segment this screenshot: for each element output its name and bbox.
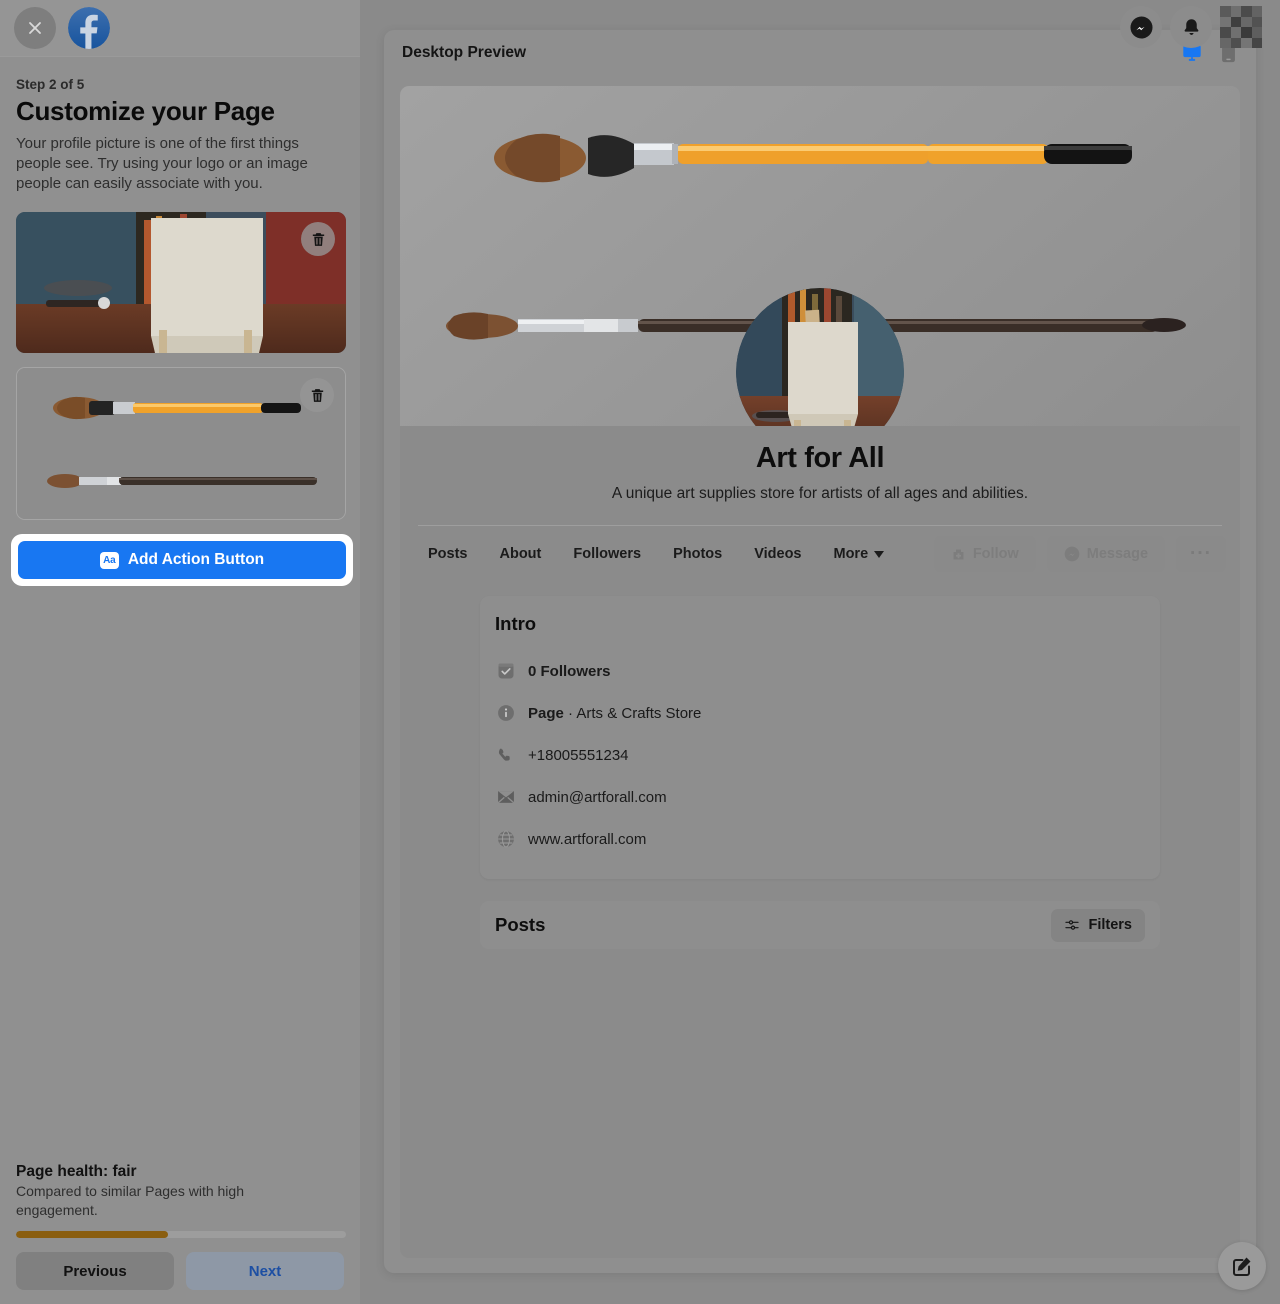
intro-followers-text: 0 Followers	[528, 663, 611, 680]
intro-row-phone: +18005551234	[495, 734, 1145, 776]
intro-row-email: admin@artforall.com	[495, 776, 1145, 818]
more-options-button[interactable]: ···	[1176, 536, 1226, 572]
preview-title: Desktop Preview	[402, 44, 526, 62]
page-name: Art for All	[400, 442, 1240, 475]
tab-label: Videos	[754, 546, 801, 562]
messenger-icon[interactable]	[1120, 6, 1162, 48]
followers-check-icon	[495, 661, 516, 682]
intro-card: Intro 0 Followers	[480, 596, 1160, 879]
previous-button[interactable]: Previous	[16, 1252, 174, 1290]
tab-videos[interactable]: Videos	[740, 537, 815, 571]
page-tagline: A unique art supplies store for artists …	[400, 485, 1240, 503]
tab-photos[interactable]: Photos	[659, 537, 736, 571]
aa-icon: Aa	[100, 552, 119, 569]
page-preview: Art for All A unique art supplies store …	[400, 86, 1240, 1258]
tab-posts[interactable]: Posts	[414, 537, 482, 571]
sidebar-content: Step 2 of 5 Customize your Page Your pro…	[0, 57, 360, 1149]
sidebar-topbar	[0, 0, 360, 57]
filters-button[interactable]: Filters	[1051, 909, 1145, 942]
desktop-preview-panel: Desktop Preview	[384, 30, 1256, 1273]
facebook-logo-icon[interactable]	[68, 7, 110, 49]
trash-icon[interactable]	[300, 378, 334, 412]
setup-sidebar: Step 2 of 5 Customize your Page Your pro…	[0, 0, 360, 1304]
posts-title: Posts	[495, 914, 545, 936]
topbar-icons	[1120, 6, 1262, 48]
intro-website-text[interactable]: www.artforall.com	[528, 831, 646, 848]
page-description: Your profile picture is one of the first…	[16, 134, 344, 194]
follow-button[interactable]: Follow	[934, 536, 1036, 572]
sliders-filter-icon	[1064, 917, 1080, 933]
posts-card: Posts Filters	[480, 901, 1160, 949]
globe-icon	[495, 829, 516, 850]
wizard-nav: Previous Next	[16, 1252, 344, 1290]
filters-label: Filters	[1088, 917, 1132, 933]
tab-more[interactable]: More	[819, 537, 898, 571]
intro-row-followers: 0 Followers	[495, 650, 1145, 692]
tab-about[interactable]: About	[486, 537, 556, 571]
messenger-icon	[1064, 546, 1080, 562]
info-circle-icon	[495, 703, 516, 724]
next-button[interactable]: Next	[186, 1252, 344, 1290]
cover-brush-top	[488, 124, 1188, 188]
intro-phone-text[interactable]: +18005551234	[528, 747, 629, 764]
intro-row-category: Page · Arts & Crafts Store	[495, 692, 1145, 734]
follow-plus-icon	[951, 547, 966, 562]
page-health-subtitle: Compared to similar Pages with high enga…	[16, 1182, 316, 1220]
bell-icon[interactable]	[1170, 6, 1212, 48]
add-action-button[interactable]: Aa Add Action Button	[18, 541, 346, 579]
intro-title: Intro	[495, 613, 1145, 635]
cover-photo[interactable]	[400, 86, 1240, 426]
cover-photo-thumbnail[interactable]	[16, 367, 346, 520]
phone-icon	[495, 745, 516, 766]
page-tabs: Posts About Followers Photos Videos More…	[400, 526, 1240, 582]
tab-label: Posts	[428, 546, 468, 562]
profile-picture-thumbnail[interactable]	[16, 212, 346, 353]
avatar[interactable]	[1220, 6, 1262, 48]
tab-label: Followers	[573, 546, 641, 562]
tab-followers[interactable]: Followers	[559, 537, 655, 571]
envelope-icon	[495, 787, 516, 808]
tab-label: More	[833, 546, 868, 562]
sidebar-footer: Page health: fair Compared to similar Pa…	[0, 1149, 360, 1304]
chevron-down-icon	[874, 551, 884, 558]
close-icon[interactable]	[14, 7, 56, 49]
page-body: Intro 0 Followers	[400, 582, 1240, 949]
intro-category-text: Page · Arts & Crafts Store	[528, 705, 701, 722]
edit-compose-icon[interactable]	[1218, 1242, 1266, 1290]
intro-email-text[interactable]: admin@artforall.com	[528, 789, 667, 806]
follow-label: Follow	[973, 546, 1019, 562]
page-health-title: Page health: fair	[16, 1163, 344, 1181]
step-indicator: Step 2 of 5	[16, 77, 344, 92]
add-action-button-highlight: Aa Add Action Button	[11, 534, 353, 586]
tab-label: Photos	[673, 546, 722, 562]
page-title: Customize your Page	[16, 96, 344, 127]
page-health-progress	[16, 1231, 346, 1238]
message-button[interactable]: Message	[1047, 536, 1165, 572]
message-label: Message	[1087, 546, 1148, 562]
intro-row-website: www.artforall.com	[495, 818, 1145, 860]
profile-picture[interactable]	[736, 288, 904, 426]
tab-label: About	[500, 546, 542, 562]
add-action-button-label: Add Action Button	[128, 551, 264, 569]
trash-icon[interactable]	[301, 222, 335, 256]
